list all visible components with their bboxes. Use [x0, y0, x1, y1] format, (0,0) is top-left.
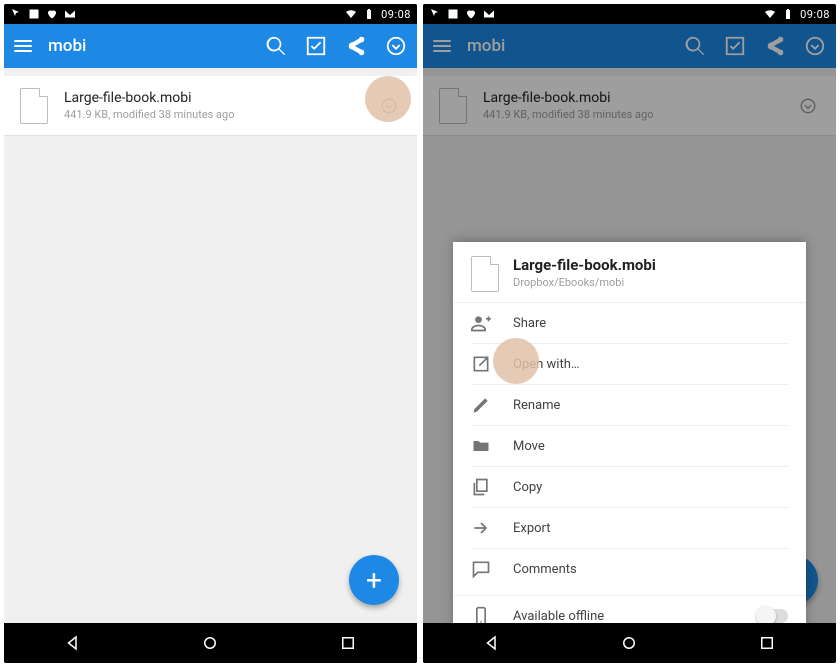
mail-icon — [483, 8, 495, 20]
mail-icon — [64, 8, 76, 20]
file-row[interactable]: Large-file-book.mobi 441.9 KB, modified … — [4, 76, 417, 136]
image-icon — [28, 8, 40, 20]
battery-icon — [782, 8, 794, 20]
content-area: Large-file-book.mobi 441.9 KB, modified … — [4, 68, 417, 623]
arrow-right-icon — [471, 518, 491, 538]
offline-toggle[interactable] — [758, 609, 788, 623]
heart-icon — [465, 8, 477, 20]
file-more-button[interactable] — [377, 94, 401, 118]
sheet-item-share[interactable]: Share — [453, 303, 806, 343]
nav-bar — [4, 623, 417, 663]
app-bar: mobi — [4, 24, 417, 68]
menu-icon[interactable] — [14, 40, 32, 52]
copy-icon — [471, 477, 491, 497]
share-icon[interactable] — [345, 35, 367, 57]
wifi-icon — [345, 8, 357, 20]
status-bar: 09:08 — [4, 4, 417, 24]
fab-add[interactable]: + — [349, 555, 399, 605]
battery-icon — [363, 8, 375, 20]
wifi-icon — [764, 8, 776, 20]
image-icon — [447, 8, 459, 20]
select-icon[interactable] — [305, 35, 327, 57]
clock: 09:08 — [381, 8, 411, 21]
heart-icon — [46, 8, 58, 20]
sheet-item-label: Share — [513, 316, 546, 331]
sheet-title: Large-file-book.mobi — [513, 256, 656, 274]
open-external-icon — [471, 354, 491, 374]
nav-bar — [423, 623, 836, 663]
sheet-item-label: Move — [513, 439, 545, 454]
file-meta: 441.9 KB, modified 38 minutes ago — [64, 108, 377, 121]
nav-recent-icon[interactable] — [758, 634, 776, 652]
person-add-icon — [471, 313, 491, 333]
folder-move-icon — [471, 436, 491, 456]
sheet-header: Large-file-book.mobi Dropbox/Ebooks/mobi — [453, 242, 806, 303]
file-icon — [471, 256, 499, 292]
pencil-icon — [471, 395, 491, 415]
nav-home-icon[interactable] — [201, 634, 219, 652]
sheet-item-label: Open with… — [513, 357, 580, 372]
sheet-item-copy[interactable]: Copy — [453, 467, 806, 507]
nav-back-icon[interactable] — [64, 634, 82, 652]
device-right: 09:08 mobi Large-file-book.mobi 441.9 KB… — [423, 4, 836, 663]
pointer-icon — [10, 8, 22, 20]
sheet-item-label: Rename — [513, 398, 560, 413]
sheet-item-label: Copy — [513, 480, 542, 495]
sheet-item-label: Comments — [513, 562, 577, 577]
nav-recent-icon[interactable] — [339, 634, 357, 652]
bottom-sheet: Large-file-book.mobi Dropbox/Ebooks/mobi… — [453, 242, 806, 657]
sheet-path: Dropbox/Ebooks/mobi — [513, 276, 656, 289]
sheet-item-label: Available offline — [513, 609, 604, 624]
sort-icon[interactable] — [385, 35, 407, 57]
sheet-item-comments[interactable]: Comments — [453, 549, 806, 589]
file-icon — [20, 88, 48, 124]
status-bar: 09:08 — [423, 4, 836, 24]
file-name: Large-file-book.mobi — [64, 90, 377, 106]
nav-back-icon[interactable] — [483, 634, 501, 652]
search-icon[interactable] — [265, 35, 287, 57]
sheet-item-move[interactable]: Move — [453, 426, 806, 466]
sheet-item-export[interactable]: Export — [453, 508, 806, 548]
comment-icon — [471, 559, 491, 579]
sheet-item-rename[interactable]: Rename — [453, 385, 806, 425]
app-title: mobi — [48, 36, 265, 56]
device-left: 09:08 mobi Large-file-book.mobi 441.9 KB… — [4, 4, 417, 663]
nav-home-icon[interactable] — [620, 634, 638, 652]
pointer-icon — [429, 8, 441, 20]
clock: 09:08 — [800, 8, 830, 21]
sheet-item-open-with[interactable]: Open with… — [453, 344, 806, 384]
sheet-item-label: Export — [513, 521, 551, 536]
